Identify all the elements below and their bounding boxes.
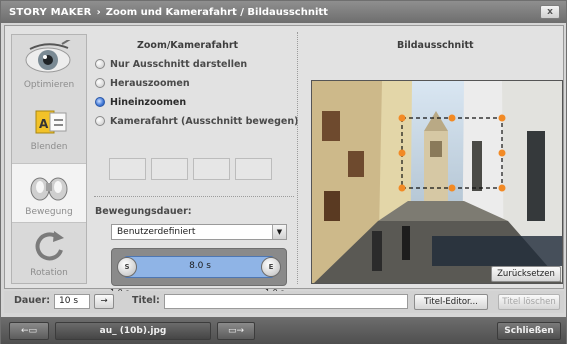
radio-label: Kamerafahrt (Ausschnitt bewegen) bbox=[110, 115, 299, 127]
end-knob[interactable]: E bbox=[261, 257, 281, 277]
rotate-icon bbox=[24, 228, 74, 266]
main-panel: Optimieren A Blenden Bewegung Rotation Z… bbox=[4, 25, 564, 297]
keyframe-slot[interactable] bbox=[151, 158, 188, 180]
app-title: STORY MAKER bbox=[9, 6, 92, 18]
sidebar-item-optimieren[interactable]: Optimieren bbox=[12, 37, 86, 97]
previous-image-button[interactable]: ←▭ bbox=[9, 322, 49, 340]
movement-duration-select[interactable]: Benutzerdefiniert ▼ bbox=[111, 224, 287, 240]
radio-herauszoomen[interactable]: Herauszoomen bbox=[95, 76, 190, 90]
filename-display: au_ (10b).jpg bbox=[55, 322, 211, 340]
radio-kamerafahrt[interactable]: Kamerafahrt (Ausschnitt bewegen) bbox=[95, 114, 298, 128]
keyframe-slot[interactable] bbox=[193, 158, 230, 180]
image-preview[interactable] bbox=[311, 80, 563, 284]
section-divider bbox=[297, 32, 298, 284]
sidebar-item-label: Blenden bbox=[30, 142, 68, 152]
title-label: Titel: bbox=[132, 295, 160, 306]
radio-button[interactable] bbox=[95, 78, 105, 88]
reset-button[interactable]: Zurücksetzen bbox=[491, 266, 561, 282]
keyframe-slot[interactable] bbox=[235, 158, 272, 180]
svg-text:A: A bbox=[39, 117, 49, 131]
close-window-button[interactable]: x bbox=[540, 5, 560, 19]
keyframe-slot[interactable] bbox=[109, 158, 146, 180]
story-maker-window: STORY MAKER › Zoom und Kamerafahrt / Bil… bbox=[0, 0, 567, 344]
radio-label: Herauszoomen bbox=[110, 77, 190, 89]
duration-label: Dauer: bbox=[14, 295, 50, 306]
sidebar-item-bewegung[interactable]: Bewegung bbox=[12, 163, 86, 223]
slider-track[interactable]: 8.0 s bbox=[124, 256, 274, 278]
dialog-title: Zoom und Kamerafahrt / Bildausschnitt bbox=[105, 6, 328, 18]
footer-bar: ←▭ au_ (10b).jpg ▭→ Schließen bbox=[1, 317, 566, 344]
street-photo bbox=[312, 81, 562, 283]
radio-label: Nur Ausschnitt darstellen bbox=[110, 58, 248, 70]
sidebar-item-label: Bewegung bbox=[25, 207, 73, 217]
title-editor-button[interactable]: Titel-Editor... bbox=[414, 294, 488, 310]
sidebar-item-label: Optimieren bbox=[23, 80, 75, 90]
radio-button[interactable] bbox=[95, 116, 105, 126]
section-divider bbox=[94, 196, 294, 197]
slider-value: 8.0 s bbox=[189, 261, 211, 271]
effect-sidebar: Optimieren A Blenden Bewegung Rotation bbox=[11, 34, 87, 284]
radio-nur-ausschnitt[interactable]: Nur Ausschnitt darstellen bbox=[95, 57, 247, 71]
title-bar: STORY MAKER › Zoom und Kamerafahrt / Bil… bbox=[1, 1, 566, 23]
radio-button-selected[interactable] bbox=[95, 97, 105, 107]
title-input[interactable] bbox=[164, 294, 408, 309]
apply-duration-button[interactable]: → bbox=[94, 294, 114, 309]
radio-label: Hineinzoomen bbox=[110, 96, 187, 108]
blend-icon: A bbox=[24, 102, 74, 140]
binoculars-icon bbox=[24, 167, 74, 205]
zoom-heading: Zoom/Kamerafahrt bbox=[137, 40, 239, 51]
next-image-button[interactable]: ▭→ bbox=[217, 322, 255, 340]
chevron-down-icon[interactable]: ▼ bbox=[272, 225, 286, 239]
sidebar-item-rotation[interactable]: Rotation bbox=[12, 225, 86, 285]
title-delete-button: Titel löschen bbox=[498, 294, 560, 310]
duration-slider[interactable]: 8.0 s S E bbox=[111, 248, 287, 286]
start-knob[interactable]: S bbox=[117, 257, 137, 277]
close-dialog-button[interactable]: Schließen bbox=[497, 322, 561, 340]
eye-icon bbox=[24, 37, 74, 78]
select-value: Benutzerdefiniert bbox=[117, 227, 196, 237]
preview-heading: Bildausschnitt bbox=[397, 40, 474, 51]
sidebar-item-label: Rotation bbox=[30, 268, 68, 278]
duration-field[interactable]: 10 s bbox=[54, 294, 90, 309]
sidebar-item-blenden[interactable]: A Blenden bbox=[12, 99, 86, 159]
movement-duration-label: Bewegungsdauer: bbox=[95, 206, 192, 217]
breadcrumb-separator: › bbox=[96, 6, 101, 18]
radio-hineinzoomen[interactable]: Hineinzoomen bbox=[95, 95, 186, 109]
radio-button[interactable] bbox=[95, 59, 105, 69]
options-row: Dauer: 10 s → Titel: Titel-Editor... Tit… bbox=[4, 291, 564, 313]
